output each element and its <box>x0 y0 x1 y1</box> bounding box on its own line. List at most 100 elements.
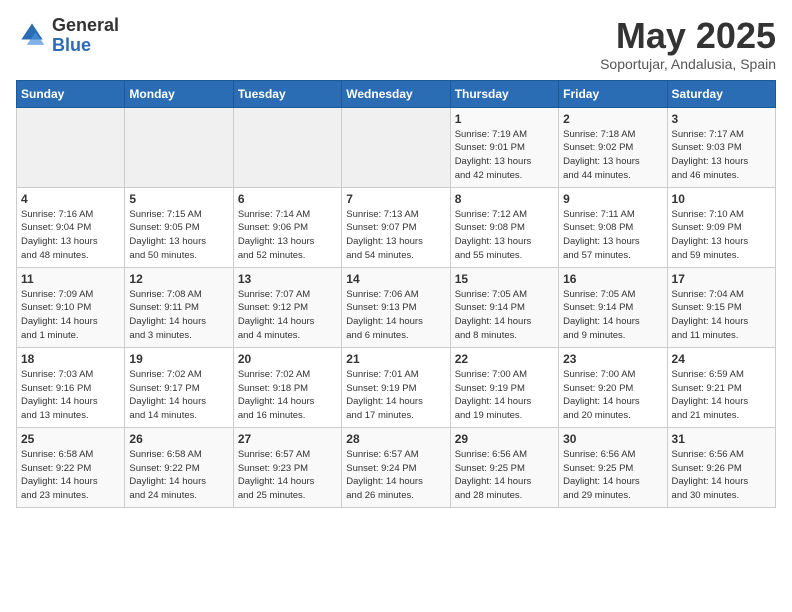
day-cell: 21 Sunrise: 7:01 AMSunset: 9:19 PMDayligh… <box>342 347 450 427</box>
day-number: 21 <box>346 352 445 366</box>
day-cell: 17 Sunrise: 7:04 AMSunset: 9:15 PMDayligh… <box>667 267 775 347</box>
day-info: Sunrise: 7:18 AMSunset: 9:02 PMDaylight:… <box>563 128 662 183</box>
logo-general: General <box>52 16 119 36</box>
day-info: Sunrise: 7:05 AMSunset: 9:14 PMDaylight:… <box>455 288 554 343</box>
header-day-saturday: Saturday <box>667 80 775 107</box>
day-info: Sunrise: 6:56 AMSunset: 9:26 PMDaylight:… <box>672 448 771 503</box>
header-day-monday: Monday <box>125 80 233 107</box>
day-info: Sunrise: 7:03 AMSunset: 9:16 PMDaylight:… <box>21 368 120 423</box>
day-cell: 18Sunrise: 7:03 AMSunset: 9:16 PMDayligh… <box>17 347 125 427</box>
calendar-header: SundayMondayTuesdayWednesdayThursdayFrid… <box>17 80 776 107</box>
day-cell <box>17 107 125 187</box>
day-cell: 22Sunrise: 7:00 AMSunset: 9:19 PMDayligh… <box>450 347 558 427</box>
day-number: 26 <box>129 432 228 446</box>
day-number: 31 <box>672 432 771 446</box>
day-cell: 27 Sunrise: 6:57 AMSunset: 9:23 PMDayligh… <box>233 427 341 507</box>
day-number: 30 <box>563 432 662 446</box>
day-number: 10 <box>672 192 771 206</box>
day-cell: 3Sunrise: 7:17 AMSunset: 9:03 PMDaylight… <box>667 107 775 187</box>
day-cell: 7 Sunrise: 7:13 AMSunset: 9:07 PMDaylight… <box>342 187 450 267</box>
day-cell <box>342 107 450 187</box>
day-number: 15 <box>455 272 554 286</box>
day-cell: 1 Sunrise: 7:19 AMSunset: 9:01 PMDaylight… <box>450 107 558 187</box>
header-day-tuesday: Tuesday <box>233 80 341 107</box>
day-info: Sunrise: 7:11 AMSunset: 9:08 PMDaylight:… <box>563 208 662 263</box>
day-info: Sunrise: 7:02 AMSunset: 9:17 PMDaylight:… <box>129 368 228 423</box>
day-number: 12 <box>129 272 228 286</box>
day-number: 3 <box>672 112 771 126</box>
week-row-3: 11 Sunrise: 7:09 AMSunset: 9:10 PMDayligh… <box>17 267 776 347</box>
logo-blue: Blue <box>52 36 119 56</box>
day-info: Sunrise: 7:09 AMSunset: 9:10 PMDaylight:… <box>21 288 120 343</box>
day-info: Sunrise: 6:57 AMSunset: 9:23 PMDaylight:… <box>238 448 337 503</box>
day-cell: 16 Sunrise: 7:05 AMSunset: 9:14 PMDayligh… <box>559 267 667 347</box>
day-number: 11 <box>21 272 120 286</box>
title-section: May 2025 Soportujar, Andalusia, Spain <box>600 16 776 72</box>
calendar-body: 1 Sunrise: 7:19 AMSunset: 9:01 PMDaylight… <box>17 107 776 507</box>
day-number: 7 <box>346 192 445 206</box>
location-subtitle: Soportujar, Andalusia, Spain <box>600 56 776 72</box>
day-number: 1 <box>455 112 554 126</box>
day-number: 20 <box>238 352 337 366</box>
day-number: 29 <box>455 432 554 446</box>
day-cell: 15 Sunrise: 7:05 AMSunset: 9:14 PMDayligh… <box>450 267 558 347</box>
day-info: Sunrise: 7:13 AMSunset: 9:07 PMDaylight:… <box>346 208 445 263</box>
header-day-wednesday: Wednesday <box>342 80 450 107</box>
day-info: Sunrise: 7:16 AMSunset: 9:04 PMDaylight:… <box>21 208 120 263</box>
day-cell: 12Sunrise: 7:08 AMSunset: 9:11 PMDayligh… <box>125 267 233 347</box>
day-info: Sunrise: 6:59 AMSunset: 9:21 PMDaylight:… <box>672 368 771 423</box>
day-info: Sunrise: 7:04 AMSunset: 9:15 PMDaylight:… <box>672 288 771 343</box>
day-number: 24 <box>672 352 771 366</box>
day-number: 2 <box>563 112 662 126</box>
day-number: 19 <box>129 352 228 366</box>
header-day-friday: Friday <box>559 80 667 107</box>
day-info: Sunrise: 7:05 AMSunset: 9:14 PMDaylight:… <box>563 288 662 343</box>
day-number: 16 <box>563 272 662 286</box>
day-info: Sunrise: 7:15 AMSunset: 9:05 PMDaylight:… <box>129 208 228 263</box>
header-day-sunday: Sunday <box>17 80 125 107</box>
day-cell: 6Sunrise: 7:14 AMSunset: 9:06 PMDaylight… <box>233 187 341 267</box>
day-number: 8 <box>455 192 554 206</box>
day-cell: 28Sunrise: 6:57 AMSunset: 9:24 PMDayligh… <box>342 427 450 507</box>
day-info: Sunrise: 6:58 AMSunset: 9:22 PMDaylight:… <box>21 448 120 503</box>
day-cell: 14Sunrise: 7:06 AMSunset: 9:13 PMDayligh… <box>342 267 450 347</box>
day-cell: 2 Sunrise: 7:18 AMSunset: 9:02 PMDaylight… <box>559 107 667 187</box>
day-number: 9 <box>563 192 662 206</box>
day-cell: 11 Sunrise: 7:09 AMSunset: 9:10 PMDayligh… <box>17 267 125 347</box>
day-number: 13 <box>238 272 337 286</box>
day-cell: 9 Sunrise: 7:11 AMSunset: 9:08 PMDaylight… <box>559 187 667 267</box>
day-number: 17 <box>672 272 771 286</box>
day-info: Sunrise: 7:19 AMSunset: 9:01 PMDaylight:… <box>455 128 554 183</box>
week-row-2: 4 Sunrise: 7:16 AMSunset: 9:04 PMDaylight… <box>17 187 776 267</box>
header-row: SundayMondayTuesdayWednesdayThursdayFrid… <box>17 80 776 107</box>
day-info: Sunrise: 7:12 AMSunset: 9:08 PMDaylight:… <box>455 208 554 263</box>
day-info: Sunrise: 6:58 AMSunset: 9:22 PMDaylight:… <box>129 448 228 503</box>
day-cell: 4 Sunrise: 7:16 AMSunset: 9:04 PMDaylight… <box>17 187 125 267</box>
week-row-4: 18Sunrise: 7:03 AMSunset: 9:16 PMDayligh… <box>17 347 776 427</box>
day-cell: 29 Sunrise: 6:56 AMSunset: 9:25 PMDayligh… <box>450 427 558 507</box>
logo-icon <box>16 20 48 52</box>
day-number: 27 <box>238 432 337 446</box>
day-info: Sunrise: 7:10 AMSunset: 9:09 PMDaylight:… <box>672 208 771 263</box>
month-title: May 2025 <box>600 16 776 56</box>
day-info: Sunrise: 7:07 AMSunset: 9:12 PMDaylight:… <box>238 288 337 343</box>
day-cell: 31 Sunrise: 6:56 AMSunset: 9:26 PMDayligh… <box>667 427 775 507</box>
day-number: 23 <box>563 352 662 366</box>
day-cell <box>125 107 233 187</box>
day-info: Sunrise: 7:01 AMSunset: 9:19 PMDaylight:… <box>346 368 445 423</box>
day-cell: 23 Sunrise: 7:00 AMSunset: 9:20 PMDayligh… <box>559 347 667 427</box>
day-info: Sunrise: 7:14 AMSunset: 9:06 PMDaylight:… <box>238 208 337 263</box>
day-info: Sunrise: 6:56 AMSunset: 9:25 PMDaylight:… <box>563 448 662 503</box>
day-info: Sunrise: 7:02 AMSunset: 9:18 PMDaylight:… <box>238 368 337 423</box>
day-info: Sunrise: 7:00 AMSunset: 9:20 PMDaylight:… <box>563 368 662 423</box>
day-cell: 25Sunrise: 6:58 AMSunset: 9:22 PMDayligh… <box>17 427 125 507</box>
day-number: 4 <box>21 192 120 206</box>
day-number: 22 <box>455 352 554 366</box>
day-info: Sunrise: 6:56 AMSunset: 9:25 PMDaylight:… <box>455 448 554 503</box>
day-cell: 24 Sunrise: 6:59 AMSunset: 9:21 PMDayligh… <box>667 347 775 427</box>
day-cell: 26 Sunrise: 6:58 AMSunset: 9:22 PMDayligh… <box>125 427 233 507</box>
logo: General Blue <box>16 16 119 56</box>
day-number: 28 <box>346 432 445 446</box>
logo-text: General Blue <box>52 16 119 56</box>
day-cell: 19 Sunrise: 7:02 AMSunset: 9:17 PMDayligh… <box>125 347 233 427</box>
